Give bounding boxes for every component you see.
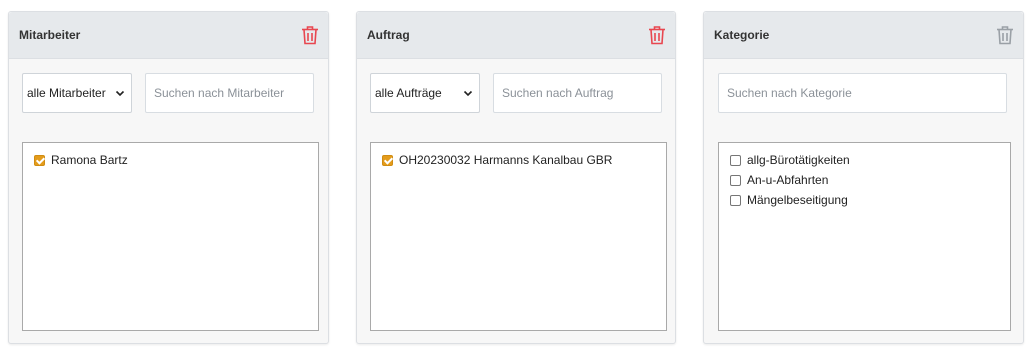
list-item[interactable]: OH20230032 Harmanns Kanalbau GBR xyxy=(382,150,666,170)
list-item-label: Mängelbeseitigung xyxy=(747,193,848,207)
mitarbeiter-list: Ramona Bartz xyxy=(22,142,319,331)
panel-kategorie: Kategorie allg-Bürotätigkeiten An-u-Abfa… xyxy=(703,11,1024,344)
list-item[interactable]: allg-Bürotätigkeiten xyxy=(730,150,1010,170)
chevron-down-icon xyxy=(115,90,125,97)
panel-header: Kategorie xyxy=(704,12,1023,59)
trash-icon[interactable] xyxy=(301,25,319,45)
list-item-label: An-u-Abfahrten xyxy=(747,173,829,187)
chevron-down-icon xyxy=(463,90,473,97)
mitarbeiter-select[interactable]: alle Mitarbeiter xyxy=(22,73,132,113)
list-item-label: Ramona Bartz xyxy=(51,153,128,167)
panel-header: Mitarbeiter xyxy=(9,12,328,59)
list-item[interactable]: Ramona Bartz xyxy=(34,150,318,170)
mitarbeiter-search-input[interactable] xyxy=(145,73,314,113)
list-item[interactable]: Mängelbeseitigung xyxy=(730,190,1010,210)
auftrag-select[interactable]: alle Aufträge xyxy=(370,73,480,113)
trash-icon[interactable] xyxy=(648,25,666,45)
auftrag-list: OH20230032 Harmanns Kanalbau GBR xyxy=(370,142,667,331)
select-value: alle Aufträge xyxy=(375,86,442,100)
checkbox[interactable] xyxy=(34,154,45,166)
panel-header: Auftrag xyxy=(357,12,675,59)
checkbox[interactable] xyxy=(730,154,741,166)
checkbox[interactable] xyxy=(730,194,741,206)
kategorie-search-input[interactable] xyxy=(718,73,1007,113)
list-item-label: OH20230032 Harmanns Kanalbau GBR xyxy=(399,153,613,167)
auftrag-search-input[interactable] xyxy=(493,73,662,113)
panel-title: Mitarbeiter xyxy=(19,28,81,42)
kategorie-list: allg-Bürotätigkeiten An-u-Abfahrten Mäng… xyxy=(718,142,1011,331)
panel-title: Kategorie xyxy=(714,28,770,42)
checkbox[interactable] xyxy=(382,154,393,166)
list-item-label: allg-Bürotätigkeiten xyxy=(747,153,850,167)
panel-mitarbeiter: Mitarbeiter alle Mitarbeiter Ramona Bart… xyxy=(8,11,329,344)
select-value: alle Mitarbeiter xyxy=(27,86,106,100)
list-item[interactable]: An-u-Abfahrten xyxy=(730,170,1010,190)
trash-icon[interactable] xyxy=(996,25,1014,45)
panel-auftrag: Auftrag alle Aufträge OH20230032 Harmann… xyxy=(356,11,676,344)
checkbox[interactable] xyxy=(730,174,741,186)
panel-title: Auftrag xyxy=(367,28,410,42)
